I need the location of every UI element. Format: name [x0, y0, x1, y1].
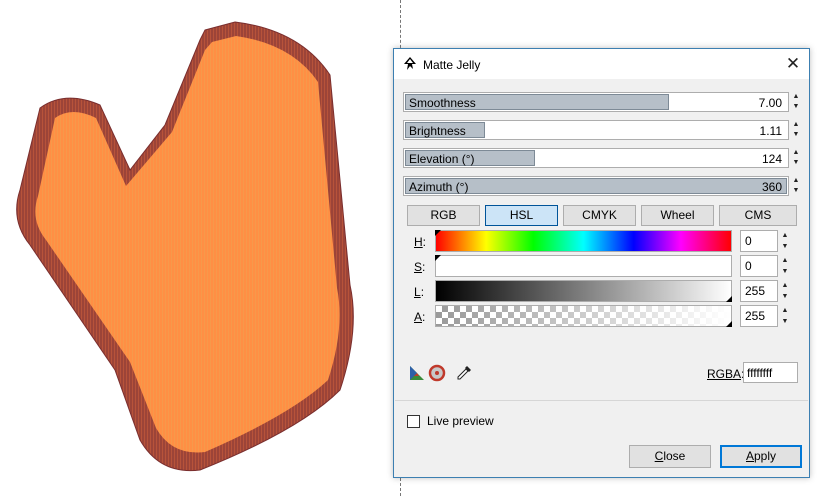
saturation-marker-icon: [435, 255, 441, 261]
saturation-label: S:: [414, 260, 426, 274]
eyedropper-icon[interactable]: [455, 364, 473, 382]
slider-value[interactable]: 124: [762, 152, 782, 166]
spin-down-icon[interactable]: ▼: [791, 158, 801, 168]
slider-value[interactable]: 1.11: [760, 124, 782, 138]
tab-hsl[interactable]: HSL: [485, 205, 558, 226]
color-mode-tabs: RGB HSL CMYK Wheel CMS: [407, 205, 798, 227]
apply-button[interactable]: Apply: [720, 445, 802, 468]
spin-down-icon[interactable]: ▼: [791, 186, 801, 196]
spin-down-icon[interactable]: ▼: [791, 102, 801, 112]
alpha-input[interactable]: 255: [740, 305, 778, 327]
tab-cms[interactable]: CMS: [719, 205, 797, 226]
spin-up-icon[interactable]: ▲: [791, 120, 801, 130]
slider-track[interactable]: Elevation (°) 124: [403, 148, 789, 168]
hue-bar[interactable]: [435, 230, 732, 252]
hue-label: H:: [414, 235, 427, 249]
lightness-bar[interactable]: [435, 280, 732, 302]
color-managed-icon[interactable]: [408, 364, 426, 382]
tab-wheel[interactable]: Wheel: [641, 205, 714, 226]
dialog-footer: Close Apply: [395, 434, 808, 477]
slider-track[interactable]: Brightness 1.11: [403, 120, 789, 140]
spin-buttons[interactable]: ▲ ▼: [791, 92, 801, 112]
tab-rgb[interactable]: RGB: [407, 205, 480, 226]
lightness-label: L:: [414, 285, 425, 299]
lightness-marker-icon: [726, 296, 732, 302]
separator: [395, 400, 808, 401]
hue-spin[interactable]: ▲ ▼: [780, 230, 790, 252]
slider-value[interactable]: 7.00: [759, 96, 782, 110]
slider-label: Smoothness: [409, 96, 476, 110]
slider-value[interactable]: 360: [762, 180, 782, 194]
live-preview-checkbox[interactable]: [407, 415, 420, 428]
spin-up-icon[interactable]: ▲: [780, 255, 790, 266]
alpha-marker-icon: [726, 321, 732, 327]
saturation-spin[interactable]: ▲ ▼: [780, 255, 790, 277]
spin-down-icon[interactable]: ▼: [780, 316, 790, 327]
alpha-label: A:: [414, 310, 426, 324]
dialog-title: Matte Jelly: [423, 58, 481, 72]
spin-buttons[interactable]: ▲ ▼: [791, 148, 801, 168]
out-of-gamut-icon[interactable]: [428, 364, 446, 382]
spin-up-icon[interactable]: ▲: [791, 176, 801, 186]
spin-down-icon[interactable]: ▼: [780, 266, 790, 277]
close-button[interactable]: Close: [629, 445, 711, 468]
live-preview-label[interactable]: Live preview: [427, 414, 494, 428]
saturation-input[interactable]: 0: [740, 255, 778, 277]
slider-track[interactable]: Smoothness 7.00: [403, 92, 789, 112]
hue-input[interactable]: 0: [740, 230, 778, 252]
alpha-bar[interactable]: [435, 305, 732, 327]
slider-label: Azimuth (°): [409, 180, 469, 194]
hue-marker-icon: [435, 230, 441, 236]
slider-label: Brightness: [409, 124, 466, 138]
spin-up-icon[interactable]: ▲: [780, 280, 790, 291]
spin-buttons[interactable]: ▲ ▼: [791, 120, 801, 140]
spin-down-icon[interactable]: ▼: [780, 291, 790, 302]
lightness-input[interactable]: 255: [740, 280, 778, 302]
lightness-spin[interactable]: ▲ ▼: [780, 280, 790, 302]
azimuth-slider[interactable]: Azimuth (°) 360 ▲ ▼: [403, 175, 803, 197]
slider-label: Elevation (°): [409, 152, 475, 166]
spin-up-icon[interactable]: ▲: [780, 305, 790, 316]
title-bar[interactable]: Matte Jelly ✕: [394, 49, 809, 79]
matte-jelly-dialog: Matte Jelly ✕ Smoothness 7.00 ▲ ▼ Brightn…: [393, 48, 810, 478]
elevation-slider[interactable]: Elevation (°) 124 ▲ ▼: [403, 147, 803, 169]
spin-up-icon[interactable]: ▲: [791, 148, 801, 158]
brightness-slider[interactable]: Brightness 1.11 ▲ ▼: [403, 119, 803, 141]
inkscape-logo-icon: [404, 57, 416, 70]
spin-up-icon[interactable]: ▲: [780, 230, 790, 241]
close-icon[interactable]: ✕: [777, 49, 809, 79]
spin-up-icon[interactable]: ▲: [791, 92, 801, 102]
rgba-input[interactable]: ffffffff: [743, 362, 798, 383]
spin-down-icon[interactable]: ▼: [780, 241, 790, 252]
rgba-label: RGBA:: [707, 367, 744, 381]
alpha-spin[interactable]: ▲ ▼: [780, 305, 790, 327]
slider-track[interactable]: Azimuth (°) 360: [403, 176, 789, 196]
lightning-bolt-shape: [16, 21, 354, 472]
tab-cmyk[interactable]: CMYK: [563, 205, 636, 226]
spin-down-icon[interactable]: ▼: [791, 130, 801, 140]
saturation-bar[interactable]: [435, 255, 732, 277]
spin-buttons[interactable]: ▲ ▼: [791, 176, 801, 196]
smoothness-slider[interactable]: Smoothness 7.00 ▲ ▼: [403, 91, 803, 113]
